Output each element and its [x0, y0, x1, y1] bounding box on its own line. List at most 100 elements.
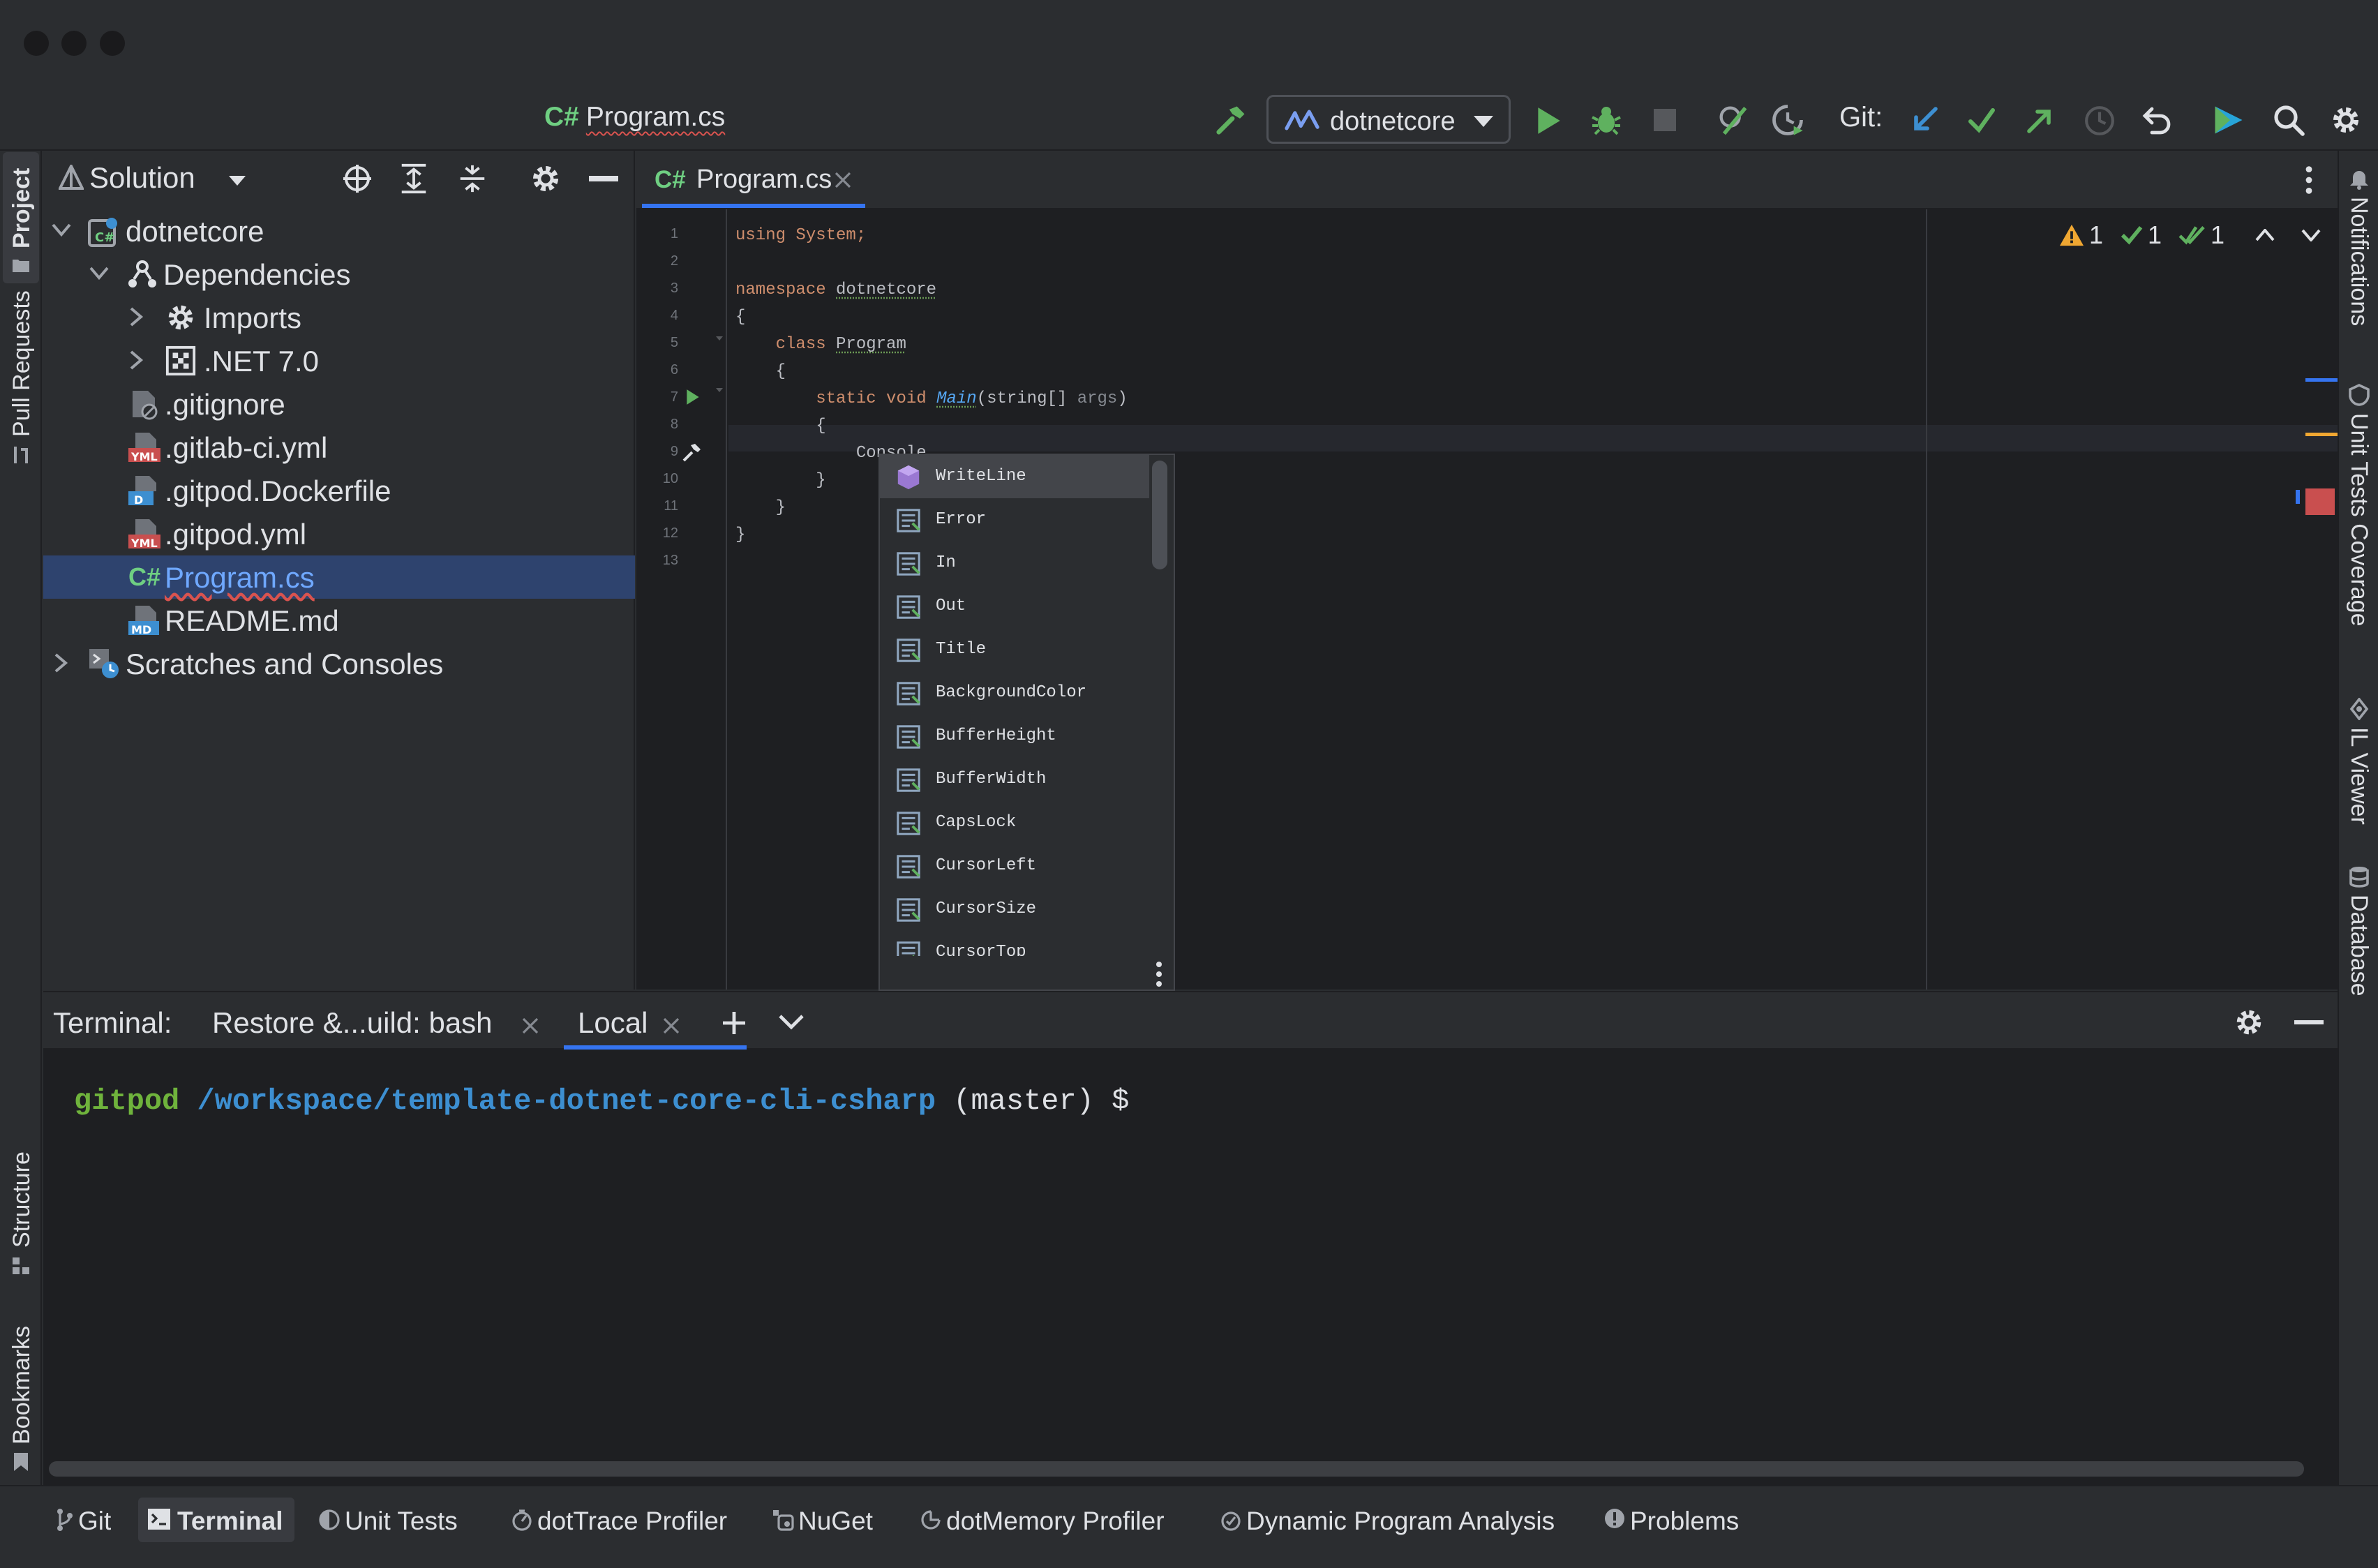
tree-item-dotnetcore[interactable]: C# dotnetcore [43, 209, 635, 253]
run-gutter-icon[interactable] [685, 388, 701, 406]
code-completion-popup[interactable]: WriteLine Error In Out Title BackgroundC… [878, 454, 1175, 991]
editor-tab-program-cs[interactable]: C# Program.cs [642, 152, 865, 208]
collapse-all-icon[interactable] [456, 162, 488, 195]
error-stripe-mark[interactable] [2305, 488, 2335, 515]
code-line-3[interactable]: namespace dotnetcore [735, 281, 936, 299]
chevron-expanded-icon[interactable] [89, 267, 109, 281]
completion-scrollbar[interactable] [1152, 461, 1167, 569]
error-stripe-mark[interactable] [2305, 378, 2338, 382]
debug-bug-icon[interactable] [1590, 103, 1623, 137]
unit-tests-tool-button[interactable]: Unit Tests [313, 1498, 480, 1542]
chevron-expanded-icon[interactable] [52, 223, 71, 237]
pull-requests-tool-button[interactable]: Pull Requests [3, 290, 39, 479]
completion-item[interactable]: WriteLine [880, 455, 1149, 498]
tree-item-gitignore[interactable]: .gitignore [43, 382, 635, 426]
minimize-window-button[interactable] [61, 31, 87, 56]
locate-target-icon[interactable] [341, 162, 374, 195]
completion-item[interactable]: Title [880, 628, 1149, 671]
notifications-tool-button[interactable]: Notifications [2340, 165, 2378, 360]
tree-item-readme[interactable]: MD README.md [43, 599, 635, 642]
completion-item[interactable]: BufferWidth [880, 758, 1149, 801]
tree-item-imports[interactable]: Imports [43, 296, 635, 339]
completion-item[interactable]: BackgroundColor [880, 671, 1149, 715]
hide-panel-minus-icon[interactable] [589, 176, 618, 181]
terminal-horizontal-scrollbar[interactable] [49, 1461, 2304, 1477]
code-line-12[interactable]: } [735, 525, 745, 544]
error-stripe-mark[interactable] [2296, 490, 2300, 504]
tree-item-dependencies[interactable]: Dependencies [43, 253, 635, 296]
tree-item-gitlab-ci[interactable]: YML .gitlab-ci.yml [43, 426, 635, 469]
terminal-tab-restore-build[interactable]: Restore &...uild: bash [212, 1006, 493, 1040]
structure-tool-button[interactable]: Structure [3, 1128, 39, 1288]
run-icon[interactable] [1534, 105, 1563, 137]
git-rollback-icon[interactable] [2141, 103, 2174, 137]
terminal-settings-gear-icon[interactable] [2233, 1006, 2265, 1038]
previous-highlight-chevron-up-icon[interactable] [2255, 229, 2275, 241]
code-line-7[interactable]: static void Main(string[] args) [735, 389, 1128, 408]
chevron-right-icon[interactable] [130, 350, 144, 370]
completion-item[interactable]: BufferHeight [880, 715, 1149, 758]
tree-item-gitpod-dockerfile[interactable]: D .gitpod.Dockerfile [43, 469, 635, 512]
completion-item[interactable]: CapsLock [880, 801, 1149, 844]
expand-all-icon[interactable] [398, 162, 430, 195]
git-tool-button[interactable]: Git [46, 1498, 130, 1542]
terminal-tool-button[interactable]: Terminal [138, 1498, 294, 1542]
hammer-gutter-icon[interactable] [681, 441, 703, 463]
completion-item[interactable]: Out [880, 585, 1149, 628]
close-window-button[interactable] [24, 31, 49, 56]
more-options-icon[interactable] [2304, 165, 2314, 195]
code-line-4[interactable]: { [735, 308, 745, 327]
nuget-tool-button[interactable]: NuGet [766, 1498, 885, 1542]
build-hammer-icon[interactable] [1213, 102, 1249, 138]
zoom-window-button[interactable] [100, 31, 125, 56]
stop-icon[interactable] [1651, 106, 1679, 134]
attach-profiler-icon[interactable] [1715, 102, 1751, 138]
terminal-prompt[interactable]: gitpod /workspace/template-dotnet-core-c… [74, 1084, 1129, 1118]
code-line-6[interactable]: { [735, 362, 786, 381]
new-terminal-plus-icon[interactable] [720, 1009, 748, 1037]
tree-item-program-cs[interactable]: C# Program.cs [43, 555, 635, 599]
database-tool-button[interactable]: Database [2340, 863, 2378, 1156]
hide-terminal-minus-icon[interactable] [2294, 1020, 2324, 1024]
fold-markers[interactable] [715, 335, 724, 558]
completion-item[interactable]: CursorTop [880, 931, 1149, 956]
code-line-11[interactable]: } [735, 498, 786, 517]
code-line-5[interactable]: class Program [735, 335, 906, 354]
completion-more-options-icon[interactable] [1155, 960, 1163, 988]
project-view-selector[interactable]: Solution [89, 161, 195, 195]
settings-gear-icon[interactable] [2329, 103, 2363, 137]
project-tool-button[interactable]: Project [3, 152, 39, 283]
completion-item[interactable]: Error [880, 498, 1149, 542]
search-icon[interactable] [2272, 103, 2305, 137]
panel-settings-gear-icon[interactable] [529, 162, 562, 195]
git-update-icon[interactable] [1909, 105, 1940, 135]
code-line-8[interactable]: { [735, 417, 825, 435]
git-push-icon[interactable] [2025, 105, 2056, 135]
close-tab-icon[interactable] [522, 1017, 539, 1034]
tree-item-gitpod-yml[interactable]: YML .gitpod.yml [43, 512, 635, 555]
dotmemory-profiler-tool-button[interactable]: dotMemory Profiler [914, 1498, 1179, 1542]
problems-tool-button[interactable]: Problems [1598, 1498, 1765, 1542]
chevron-down-icon[interactable] [779, 1015, 804, 1030]
terminal-tab-local[interactable]: Local [578, 1006, 648, 1040]
profile-run-icon[interactable] [1770, 102, 1806, 138]
chevron-right-icon[interactable] [130, 307, 144, 327]
code-with-me-icon[interactable] [2211, 102, 2247, 138]
chevron-down-icon[interactable] [227, 174, 247, 187]
tree-item-net-7[interactable]: .NET 7.0 [43, 339, 635, 382]
git-commit-check-icon[interactable] [1966, 105, 1997, 135]
code-line-1[interactable]: using System; [735, 226, 866, 245]
dynamic-program-analysis-tool-button[interactable]: Dynamic Program Analysis [1214, 1498, 1563, 1542]
bookmarks-tool-button[interactable]: Bookmarks [3, 1309, 39, 1484]
completion-item[interactable]: CursorLeft [880, 844, 1149, 888]
chevron-right-icon[interactable] [54, 653, 68, 673]
error-stripe-mark[interactable] [2305, 433, 2338, 436]
dottrace-profiler-tool-button[interactable]: dotTrace Profiler [505, 1498, 735, 1542]
close-tab-icon[interactable] [835, 172, 851, 188]
run-configuration-selector[interactable]: dotnetcore [1266, 95, 1511, 144]
current-file-title[interactable]: C# Program.cs [544, 102, 725, 133]
code-line-10[interactable]: } [735, 471, 825, 490]
tree-item-scratches[interactable]: Scratches and Consoles [43, 642, 635, 685]
next-highlight-chevron-down-icon[interactable] [2301, 229, 2321, 241]
completion-item[interactable]: In [880, 542, 1149, 585]
